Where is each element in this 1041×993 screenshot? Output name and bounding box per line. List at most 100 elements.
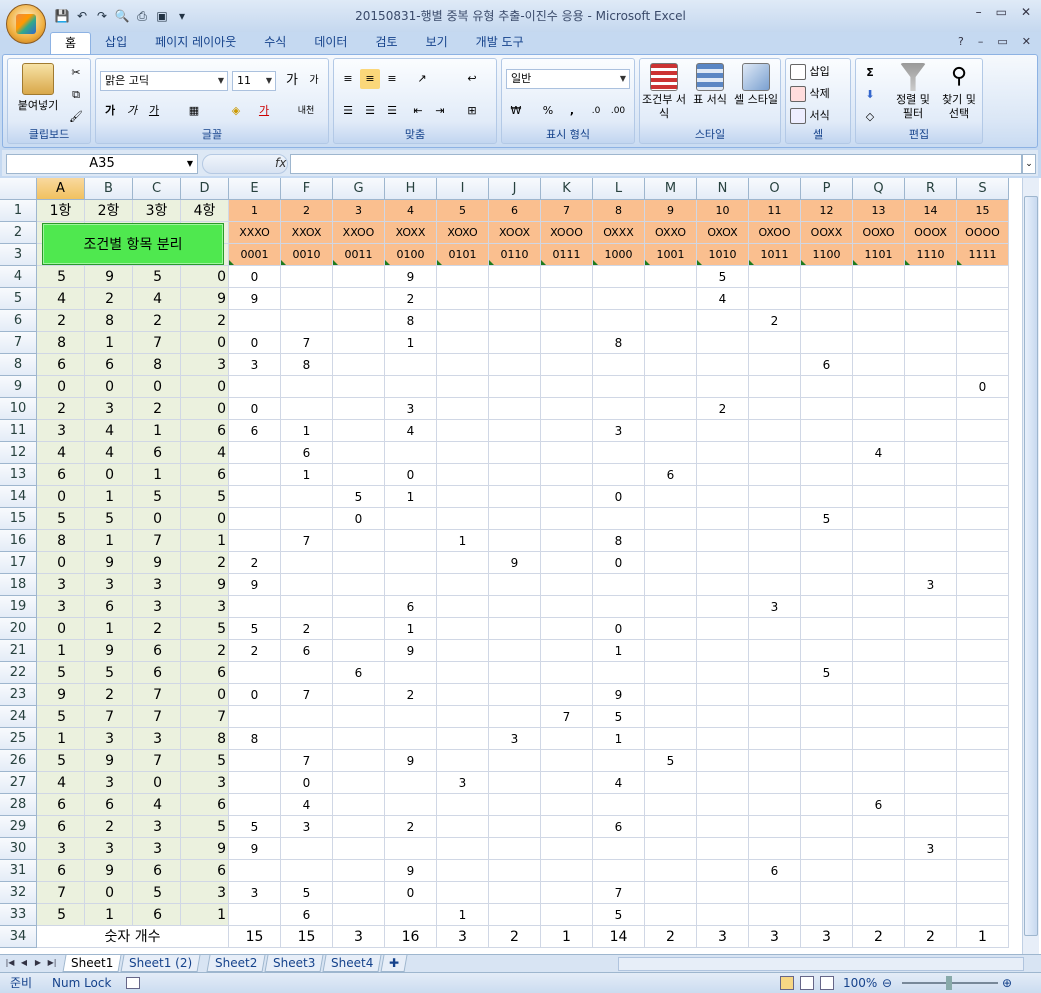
data-cell[interactable]: 4 <box>133 794 181 816</box>
data-cell[interactable]: 0 <box>593 486 645 508</box>
data-cell[interactable]: 0 <box>229 398 281 420</box>
sheet-tab[interactable]: Sheet2 <box>206 955 266 972</box>
font-name-combo[interactable]: 맑은 고딕 ▼ <box>100 71 228 91</box>
data-cell[interactable] <box>541 860 593 882</box>
prev-sheet-icon[interactable]: ◀ <box>18 956 30 970</box>
header-cell[interactable]: 4 <box>385 200 437 222</box>
data-cell[interactable] <box>437 288 489 310</box>
tab-3[interactable]: 수식 <box>250 32 300 54</box>
copy-icon[interactable]: ⧉ <box>66 85 86 105</box>
close-button[interactable]: ✕ <box>1021 5 1031 19</box>
data-cell[interactable] <box>489 332 541 354</box>
data-cell[interactable]: 0 <box>37 486 85 508</box>
data-cell[interactable] <box>645 904 697 926</box>
data-cell[interactable]: 2 <box>385 288 437 310</box>
data-cell[interactable] <box>697 706 749 728</box>
data-cell[interactable] <box>697 508 749 530</box>
data-cell[interactable] <box>489 420 541 442</box>
data-cell[interactable] <box>229 750 281 772</box>
shrink-font-button[interactable]: 가 <box>304 71 324 91</box>
data-cell[interactable] <box>749 640 801 662</box>
data-cell[interactable]: 0 <box>333 508 385 530</box>
align-center-icon[interactable]: ☰ <box>360 101 380 121</box>
data-cell[interactable] <box>489 662 541 684</box>
autosum-icon[interactable]: Σ <box>860 63 880 83</box>
row-header[interactable]: 19 <box>0 596 37 618</box>
data-cell[interactable]: 5 <box>333 486 385 508</box>
data-cell[interactable] <box>853 640 905 662</box>
data-cell[interactable] <box>645 530 697 552</box>
data-cell[interactable]: 1 <box>385 332 437 354</box>
data-cell[interactable] <box>801 750 853 772</box>
data-cell[interactable]: 5 <box>37 508 85 530</box>
data-cell[interactable]: 5 <box>801 508 853 530</box>
data-cell[interactable] <box>697 794 749 816</box>
data-cell[interactable]: 1 <box>85 486 133 508</box>
data-cell[interactable] <box>333 750 385 772</box>
data-cell[interactable] <box>541 904 593 926</box>
data-cell[interactable] <box>229 530 281 552</box>
data-cell[interactable] <box>749 530 801 552</box>
data-cell[interactable] <box>801 288 853 310</box>
data-cell[interactable] <box>385 530 437 552</box>
data-cell[interactable] <box>853 310 905 332</box>
tab-5[interactable]: 검토 <box>361 32 411 54</box>
column-header[interactable]: A <box>37 178 85 200</box>
data-cell[interactable] <box>957 596 1009 618</box>
data-cell[interactable]: 3 <box>133 816 181 838</box>
data-cell[interactable] <box>749 684 801 706</box>
data-cell[interactable]: 3 <box>37 420 85 442</box>
data-cell[interactable] <box>437 640 489 662</box>
header-cell[interactable]: 3 <box>333 200 385 222</box>
tab-6[interactable]: 보기 <box>412 32 462 54</box>
column-header[interactable]: H <box>385 178 437 200</box>
data-cell[interactable] <box>489 530 541 552</box>
data-cell[interactable] <box>905 464 957 486</box>
data-cell[interactable] <box>749 904 801 926</box>
data-cell[interactable] <box>853 574 905 596</box>
fill-color-icon[interactable]: ◈ <box>226 101 246 121</box>
column-header[interactable]: B <box>85 178 133 200</box>
data-cell[interactable] <box>281 376 333 398</box>
data-cell[interactable] <box>437 662 489 684</box>
data-cell[interactable] <box>801 442 853 464</box>
data-cell[interactable]: 6 <box>853 794 905 816</box>
data-cell[interactable] <box>905 706 957 728</box>
data-cell[interactable] <box>749 486 801 508</box>
data-cell[interactable] <box>593 288 645 310</box>
data-cell[interactable] <box>437 706 489 728</box>
data-cell[interactable] <box>749 838 801 860</box>
data-cell[interactable] <box>645 420 697 442</box>
binary-cell[interactable]: 1001 <box>645 244 697 266</box>
data-cell[interactable] <box>541 750 593 772</box>
data-cell[interactable]: 9 <box>385 860 437 882</box>
data-cell[interactable] <box>333 618 385 640</box>
normal-view-icon[interactable] <box>780 976 794 990</box>
data-cell[interactable]: 8 <box>85 310 133 332</box>
data-cell[interactable] <box>645 574 697 596</box>
column-header[interactable]: Q <box>853 178 905 200</box>
binary-cell[interactable]: 1111 <box>957 244 1009 266</box>
underline-button[interactable]: 가 <box>144 101 164 121</box>
data-cell[interactable] <box>333 816 385 838</box>
header-cell[interactable]: 8 <box>593 200 645 222</box>
header-cell[interactable]: 10 <box>697 200 749 222</box>
data-cell[interactable]: 5 <box>697 266 749 288</box>
data-cell[interactable] <box>905 530 957 552</box>
data-cell[interactable] <box>229 662 281 684</box>
data-cell[interactable]: 1 <box>133 464 181 486</box>
data-cell[interactable] <box>905 750 957 772</box>
data-cell[interactable] <box>749 420 801 442</box>
data-cell[interactable] <box>645 772 697 794</box>
data-cell[interactable] <box>801 618 853 640</box>
data-cell[interactable] <box>541 816 593 838</box>
data-cell[interactable] <box>801 420 853 442</box>
data-cell[interactable] <box>957 508 1009 530</box>
data-cell[interactable] <box>957 750 1009 772</box>
data-cell[interactable] <box>437 596 489 618</box>
data-cell[interactable]: 9 <box>593 684 645 706</box>
data-cell[interactable] <box>281 398 333 420</box>
binary-cell[interactable]: 0010 <box>281 244 333 266</box>
data-cell[interactable] <box>749 750 801 772</box>
data-cell[interactable]: 1 <box>281 420 333 442</box>
